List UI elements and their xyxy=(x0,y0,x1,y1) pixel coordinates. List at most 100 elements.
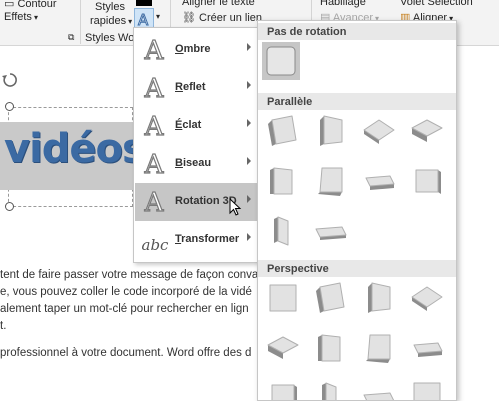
menu-item-reflet[interactable]: A Reflet xyxy=(135,69,257,107)
rotation-preset-icon xyxy=(366,334,391,363)
reflet-icon: A xyxy=(144,74,164,104)
rotation-preset-icon xyxy=(267,336,299,359)
chevron-right-icon xyxy=(247,119,251,127)
rotation-preset-tile[interactable] xyxy=(264,329,302,367)
rotation-preset-icon xyxy=(271,384,297,400)
rotation-preset-tile[interactable] xyxy=(360,377,398,400)
rotation-preset-tile[interactable] xyxy=(408,377,446,400)
menu-item-ombre[interactable]: A Ombre xyxy=(135,31,257,69)
rotation-preset-icon xyxy=(413,382,441,400)
wordart-text[interactable]: vidéos xyxy=(4,126,134,172)
rotation-preset-icon xyxy=(365,175,395,190)
rotation-preset-icon xyxy=(322,382,337,400)
biseau-icon: A xyxy=(144,150,164,180)
rotation-preset-icon xyxy=(413,342,443,357)
chevron-down-icon: ▾ xyxy=(128,17,133,26)
section-header-parallel: Parallèle xyxy=(258,93,456,110)
menu-item-biseau[interactable]: A Biseau xyxy=(135,145,257,183)
volet-selection-label: Volet Sélection xyxy=(400,0,473,8)
rotation-preset-icon xyxy=(268,115,297,146)
ombre-icon: A xyxy=(144,36,164,66)
rotation-preset-icon xyxy=(266,46,296,76)
rotation-preset-icon xyxy=(269,284,297,312)
effets-label: Effets xyxy=(4,11,32,23)
rotation-preset-icon xyxy=(363,392,395,400)
menu-item-label: Rotation 3D xyxy=(175,195,237,207)
separator xyxy=(80,0,81,44)
rotation-preset-icon xyxy=(411,119,443,142)
rotation-preset-tile[interactable] xyxy=(312,377,350,400)
chevron-right-icon xyxy=(247,157,251,165)
menu-item-label: Ombre xyxy=(175,43,211,55)
text-effects-icon: A xyxy=(138,11,150,30)
menu-item-label: Éclat xyxy=(175,119,202,131)
rotation-preset-tile[interactable] xyxy=(264,112,302,150)
menu-item-transformer[interactable]: abc Transformer xyxy=(135,221,257,259)
habillage-label: Habillage xyxy=(320,0,366,8)
body-text-line: alement taper un mot-clé pour rechercher… xyxy=(0,303,249,315)
mouse-cursor-icon xyxy=(229,198,242,216)
resize-handle-bottom[interactable] xyxy=(5,202,14,211)
rotation-preset-tile[interactable] xyxy=(360,162,398,200)
group-label: Styles Wor xyxy=(85,32,138,44)
rotation-preset-tile[interactable] xyxy=(312,211,350,249)
rotation-preset-tile[interactable] xyxy=(264,211,302,249)
menu-item-label: Biseau xyxy=(175,157,212,169)
rotation-preset-tile[interactable] xyxy=(408,329,446,367)
body-text-line: t. xyxy=(0,320,7,332)
chevron-right-icon xyxy=(247,233,251,241)
chevron-right-icon xyxy=(247,43,251,51)
creer-lien-label: Créer un lien xyxy=(199,12,263,24)
section-header-perspective: Perspective xyxy=(258,260,456,277)
resize-handle-top[interactable] xyxy=(5,102,14,111)
rotation-preset-tile[interactable] xyxy=(408,112,446,150)
rotation-3d-gallery: Pas de rotation Parallèle Perspective xyxy=(257,20,457,401)
rotation-preset-icon xyxy=(363,119,395,144)
rotation-preset-tile[interactable] xyxy=(262,42,300,80)
rotation-preset-tile[interactable] xyxy=(360,329,398,367)
body-text-line: e, vous pouvez coller le code incorporé … xyxy=(0,286,252,298)
rotation-preset-tile[interactable] xyxy=(264,162,302,200)
rotation-preset-tile[interactable] xyxy=(360,279,398,317)
rotation-preset-icon xyxy=(318,167,343,196)
rotation-preset-tile[interactable] xyxy=(264,279,302,317)
menu-item-eclat[interactable]: A Éclat xyxy=(135,107,257,145)
menu-item-label: Transformer xyxy=(175,233,240,245)
habillage-button[interactable]: Habillage xyxy=(320,0,366,8)
rotation-preset-icon xyxy=(368,282,391,313)
rotation-preset-tile[interactable] xyxy=(312,112,350,150)
rotation-preset-icon xyxy=(270,167,293,195)
rotation-preset-tile[interactable] xyxy=(264,377,302,400)
aligner-texte-button[interactable]: Aligner le texte xyxy=(182,0,255,8)
text-effects-menu: A Ombre A Reflet A Éclat A Biseau A Rota… xyxy=(133,27,258,263)
rotation-preset-icon xyxy=(316,282,345,313)
transformer-icon: abc xyxy=(141,236,169,254)
rotation-3d-icon: A xyxy=(144,188,164,218)
contour-button-partial[interactable]: ▭ Contour xyxy=(4,0,57,10)
volet-selection-button[interactable]: Volet Sélection xyxy=(400,0,473,8)
styles-label: Styles xyxy=(95,1,125,13)
rotation-preset-icon xyxy=(415,169,441,194)
rotation-preset-icon xyxy=(315,226,347,240)
creer-lien-button[interactable]: ⛓ Créer un lien xyxy=(182,11,262,24)
effets-button[interactable]: Effets ▾ xyxy=(4,11,38,23)
rotation-preset-tile[interactable] xyxy=(408,162,446,200)
rotation-preset-tile[interactable] xyxy=(360,112,398,150)
body-text-line: tent de faire passer votre message de fa… xyxy=(0,269,259,281)
rotation-preset-tile[interactable] xyxy=(312,162,350,200)
rotation-preset-icon xyxy=(274,216,289,246)
styles-rapides-button[interactable]: rapides ▾ xyxy=(90,15,132,27)
dialog-launcher-icon[interactable]: ⧉ xyxy=(68,32,74,43)
aligner-texte-label: Aligner le texte xyxy=(182,0,255,8)
rotate-handle-icon[interactable] xyxy=(1,71,19,89)
chevron-down-icon[interactable]: ▾ xyxy=(156,12,160,21)
rotation-preset-tile[interactable] xyxy=(312,279,350,317)
chevron-right-icon xyxy=(247,81,251,89)
rotation-preset-tile[interactable] xyxy=(312,329,350,367)
link-icon: ⛓ xyxy=(182,12,196,24)
rotation-preset-tile[interactable] xyxy=(408,279,446,317)
rotation-preset-icon xyxy=(411,286,443,311)
styles-rapides-label: rapides xyxy=(90,15,127,27)
text-fill-swatch[interactable] xyxy=(136,0,152,6)
rotation-preset-icon xyxy=(320,115,343,146)
